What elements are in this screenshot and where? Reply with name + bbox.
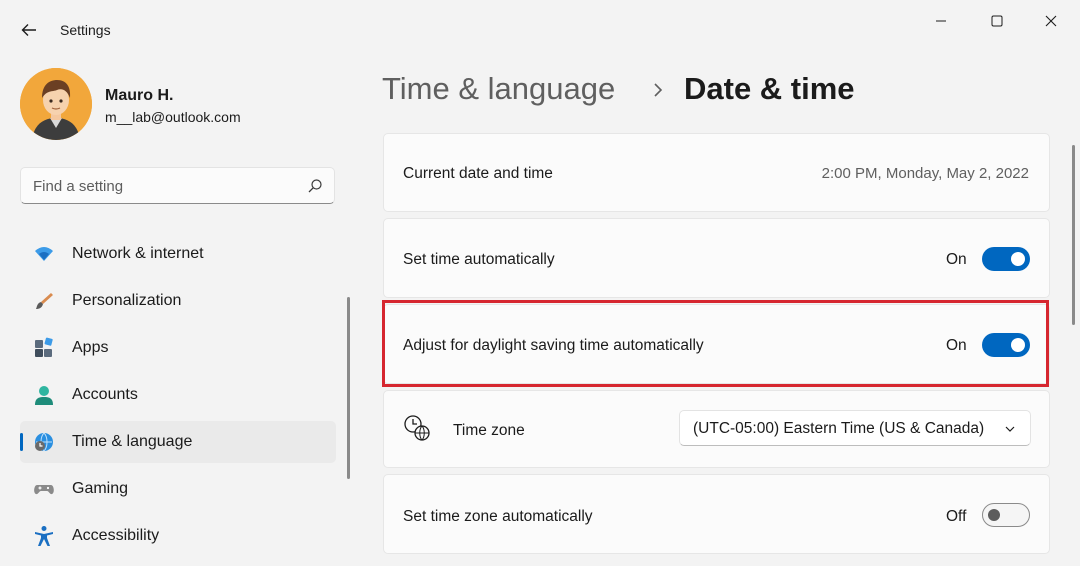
- search-input[interactable]: [33, 175, 293, 197]
- current-datetime-value: 2:00 PM, Monday, May 2, 2022: [821, 165, 1029, 182]
- highlight-box: [382, 300, 1049, 387]
- sidebar-item-label: Personalization: [72, 292, 182, 309]
- person-icon: [33, 384, 55, 406]
- chevron-down-icon: [1005, 426, 1015, 432]
- sidebar-item-label: Gaming: [72, 480, 129, 497]
- sidebar-item-label: Accounts: [72, 386, 138, 403]
- sidebar-item-time-language[interactable]: Time & language: [20, 421, 336, 463]
- breadcrumb-parent[interactable]: Time & language: [382, 71, 615, 107]
- globe-clock-icon: [33, 431, 55, 453]
- sidebar-item-apps[interactable]: Apps: [20, 327, 336, 369]
- current-datetime-card: Current date and time 2:00 PM, Monday, M…: [383, 133, 1050, 212]
- sidebar-item-label: Network & internet: [72, 245, 204, 262]
- current-datetime-label: Current date and time: [403, 165, 553, 182]
- set-tz-auto-toggle[interactable]: [982, 503, 1030, 527]
- set-time-auto-card: Set time automatically On: [383, 218, 1050, 298]
- time-zone-dropdown[interactable]: (UTC-05:00) Eastern Time (US & Canada): [679, 410, 1031, 446]
- toggle-knob: [1011, 252, 1025, 266]
- gamepad-icon: [33, 478, 55, 500]
- page-title: Date & time: [684, 71, 855, 106]
- search-box[interactable]: [20, 167, 335, 204]
- set-tz-auto-state: Off: [946, 508, 967, 525]
- settings-window: Settings Mauro H. m__lab@outlook.com Fin…: [0, 0, 1080, 566]
- sidebar-scrollbar[interactable]: [347, 297, 350, 479]
- set-tz-auto-label: Set time zone automatically: [403, 508, 593, 525]
- time-zone-selected: (UTC-05:00) Eastern Time (US & Canada): [693, 420, 985, 437]
- wifi-icon: [33, 243, 55, 265]
- sidebar-item-label: Accessibility: [72, 527, 160, 544]
- maximize-icon: [991, 15, 1003, 27]
- avatar[interactable]: [20, 68, 92, 140]
- sidebar-item-accessibility[interactable]: Accessibility: [20, 515, 336, 557]
- back-arrow-icon: [21, 24, 36, 36]
- set-time-auto-label: Set time automatically: [403, 251, 555, 268]
- sidebar-item-personalization[interactable]: Personalization: [20, 280, 336, 322]
- close-button[interactable]: [1028, 8, 1074, 34]
- chevron-right-icon: [654, 83, 663, 97]
- set-time-auto-state: On: [946, 251, 967, 268]
- sidebar-item-gaming[interactable]: Gaming: [20, 468, 336, 510]
- user-email: m__lab@outlook.com: [105, 109, 241, 125]
- time-zone-icon: [404, 415, 430, 441]
- search-icon[interactable]: [306, 177, 324, 195]
- set-time-auto-toggle[interactable]: [982, 247, 1030, 271]
- close-icon: [1045, 15, 1057, 27]
- sidebar-nav: Network & internet Personalization Apps …: [20, 233, 336, 562]
- apps-icon: [33, 337, 55, 359]
- minimize-icon: [936, 20, 946, 22]
- back-button[interactable]: [16, 18, 42, 42]
- content-scrollbar[interactable]: [1072, 145, 1075, 325]
- minimize-button[interactable]: [918, 8, 964, 34]
- sidebar-item-accounts[interactable]: Accounts: [20, 374, 336, 416]
- avatar-portrait-icon: [20, 68, 92, 140]
- accessibility-icon: [33, 525, 55, 547]
- sidebar-item-label: Apps: [72, 339, 109, 356]
- sidebar-item-network[interactable]: Network & internet: [20, 233, 336, 275]
- maximize-button[interactable]: [974, 8, 1020, 34]
- sidebar-item-label: Time & language: [72, 433, 193, 450]
- brush-icon: [33, 290, 55, 312]
- set-tz-auto-card: Set time zone automatically Off: [383, 474, 1050, 554]
- time-zone-label: Time zone: [453, 422, 525, 439]
- time-zone-card: Time zone (UTC-05:00) Eastern Time (US &…: [383, 390, 1050, 468]
- title-bar: Settings: [0, 0, 1080, 58]
- user-name: Mauro H.: [105, 87, 174, 104]
- toggle-knob: [988, 509, 1000, 521]
- app-title: Settings: [60, 22, 111, 38]
